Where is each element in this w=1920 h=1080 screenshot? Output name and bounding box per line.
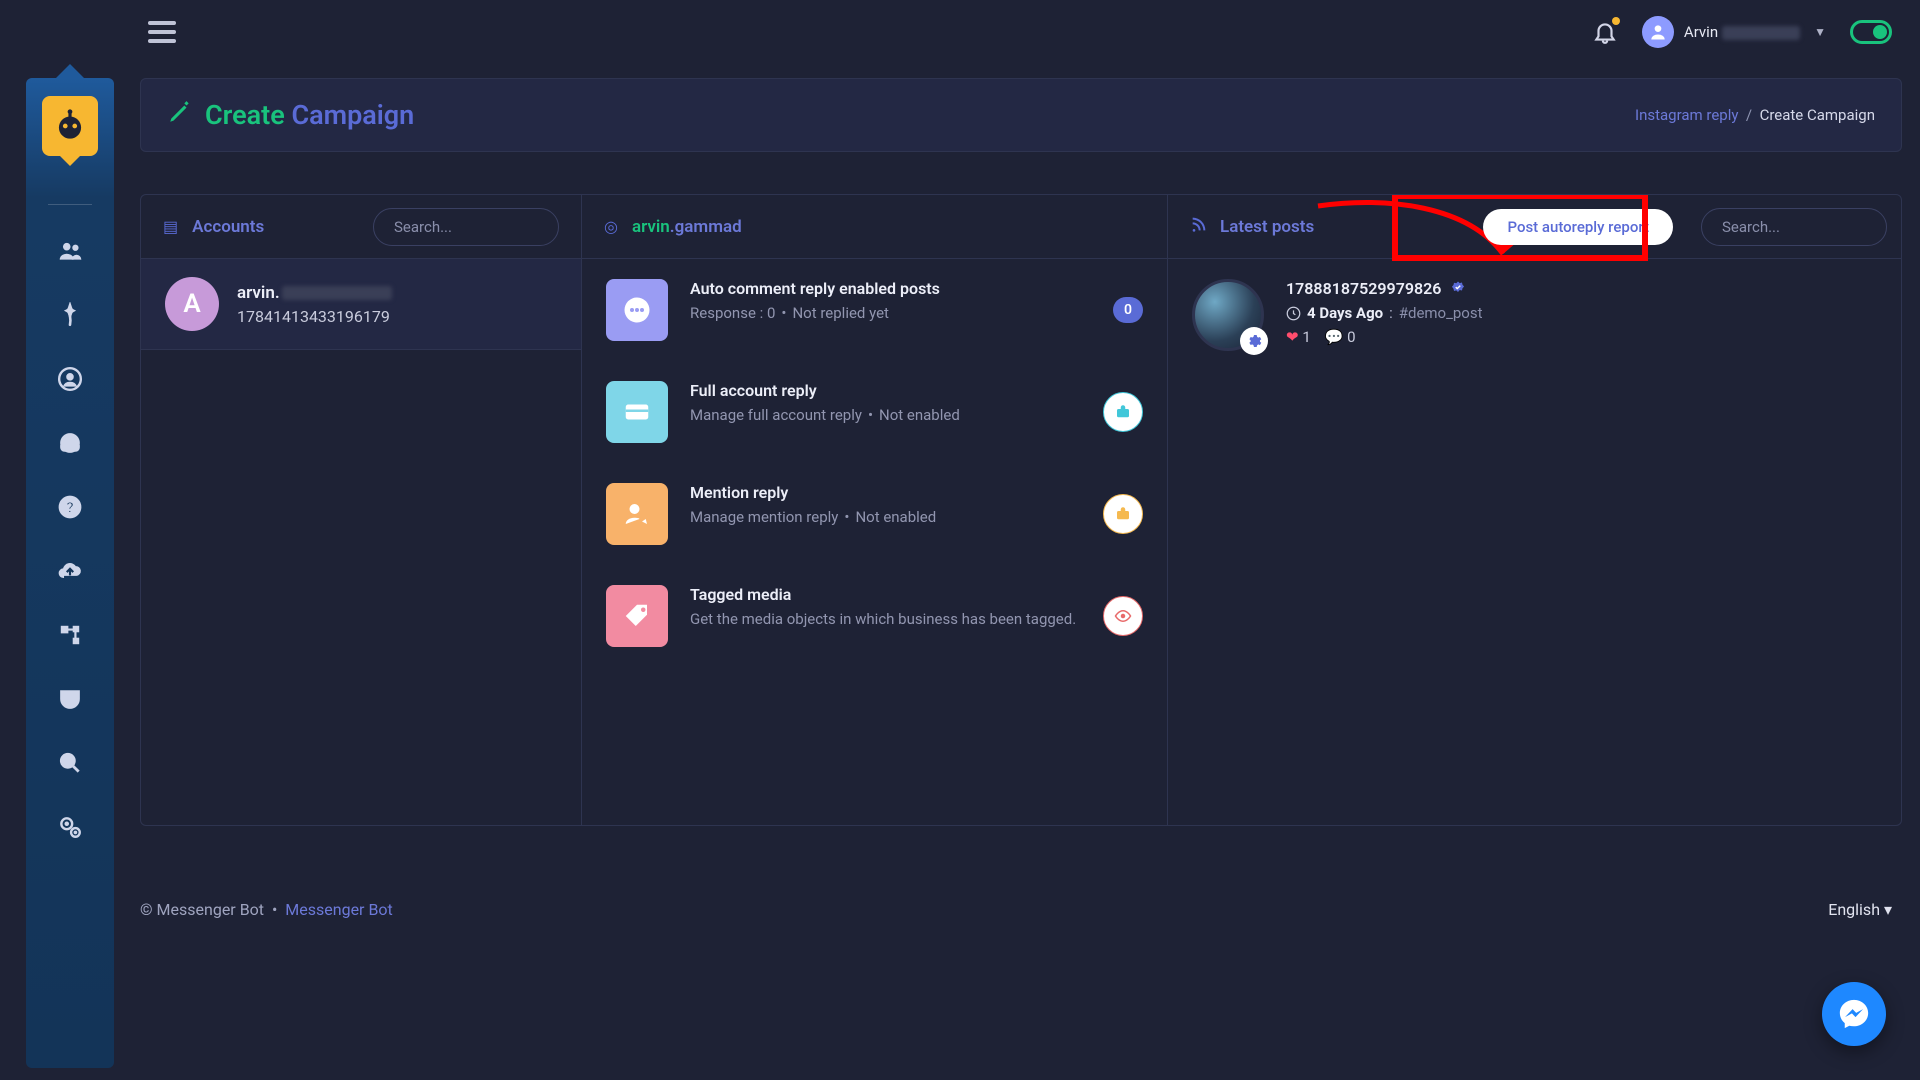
feature-subtitle: Response : 0•Not replied yet bbox=[690, 304, 1091, 322]
theme-toggle[interactable] bbox=[1850, 20, 1892, 44]
heart-icon: ❤ bbox=[1286, 328, 1299, 346]
feature-title: Full account reply bbox=[690, 381, 1081, 400]
feature-mention-reply[interactable]: Mention reply Manage mention reply•Not e… bbox=[582, 463, 1167, 565]
account-detail-panel: ◎ arvin.gammad Auto comment reply enable… bbox=[581, 195, 1167, 825]
accounts-search-input[interactable] bbox=[373, 208, 559, 246]
verified-icon bbox=[1449, 280, 1467, 298]
footer: © Messenger Bot • Messenger Bot English … bbox=[140, 900, 1892, 919]
account-id: 17841413433196179 bbox=[237, 307, 392, 326]
post-counts: ❤ 1 💬 0 bbox=[1286, 328, 1483, 346]
bell-icon[interactable] bbox=[1592, 19, 1618, 45]
sidebar-item-pocket[interactable] bbox=[26, 667, 114, 731]
feature-title: Auto comment reply enabled posts bbox=[690, 279, 1091, 298]
post-meta: 4 Days Ago : #demo_post bbox=[1286, 304, 1483, 322]
feature-subtitle: Manage mention reply•Not enabled bbox=[690, 508, 1081, 526]
count-badge: 0 bbox=[1113, 297, 1143, 323]
post-avatar bbox=[1192, 279, 1264, 351]
notification-dot bbox=[1612, 17, 1620, 25]
card-icon bbox=[606, 381, 668, 443]
top-bar: Arvin ▼ bbox=[0, 0, 1920, 64]
briefcase-icon[interactable] bbox=[1103, 392, 1143, 432]
chat-icon bbox=[606, 279, 668, 341]
language-selector[interactable]: English ▾ bbox=[1828, 900, 1892, 919]
sidebar-item-search[interactable] bbox=[26, 731, 114, 795]
feature-full-account-reply[interactable]: Full account reply Manage full account r… bbox=[582, 361, 1167, 463]
mention-icon bbox=[606, 483, 668, 545]
hamburger-icon[interactable] bbox=[148, 21, 176, 43]
sidebar-item-help[interactable]: ? bbox=[26, 475, 114, 539]
edit-icon bbox=[167, 99, 193, 132]
account-avatar: A bbox=[165, 277, 219, 331]
sidebar-item-cloud[interactable] bbox=[26, 539, 114, 603]
briefcase-icon[interactable] bbox=[1103, 494, 1143, 534]
latest-posts-panel: Latest posts Post autoreply report 17888… bbox=[1167, 195, 1901, 825]
sidebar-item-settings[interactable] bbox=[26, 795, 114, 859]
page-header: Create Campaign Instagram reply / Create… bbox=[140, 78, 1902, 152]
user-name: Arvin bbox=[1684, 23, 1800, 41]
chevron-down-icon: ▾ bbox=[1884, 900, 1892, 919]
tag-icon bbox=[606, 585, 668, 647]
accounts-title: Accounts bbox=[192, 217, 264, 237]
svg-text:?: ? bbox=[66, 498, 74, 516]
post-row[interactable]: 17888187529979826 4 Days Ago : #demo_pos… bbox=[1168, 259, 1901, 371]
gear-icon[interactable] bbox=[1240, 327, 1268, 355]
post-autoreply-report-button[interactable]: Post autoreply report bbox=[1483, 209, 1673, 245]
posts-search-input[interactable] bbox=[1701, 208, 1887, 246]
feature-auto-comment[interactable]: Auto comment reply enabled posts Respons… bbox=[582, 259, 1167, 361]
feature-title: Tagged media bbox=[690, 585, 1081, 604]
chevron-down-icon: ▼ bbox=[1814, 25, 1826, 39]
feature-title: Mention reply bbox=[690, 483, 1081, 502]
instagram-icon: ◎ bbox=[604, 217, 618, 236]
avatar-icon bbox=[1642, 16, 1674, 48]
footer-copy: © Messenger Bot bbox=[140, 900, 264, 919]
accounts-icon: ▤ bbox=[163, 217, 178, 236]
clock-icon bbox=[1286, 306, 1301, 321]
feature-tagged-media[interactable]: Tagged media Get the media objects in wh… bbox=[582, 565, 1167, 667]
breadcrumb-current: Create Campaign bbox=[1760, 106, 1875, 124]
accounts-panel: ▤ Accounts A arvin. 17841413433196179 bbox=[141, 195, 581, 825]
app-logo[interactable] bbox=[42, 96, 98, 156]
sidebar-item-support[interactable] bbox=[26, 411, 114, 475]
feature-subtitle: Manage full account reply•Not enabled bbox=[690, 406, 1081, 424]
sidebar-item-profile[interactable] bbox=[26, 347, 114, 411]
chat-fab[interactable] bbox=[1822, 982, 1886, 1046]
sidebar-item-activity[interactable] bbox=[26, 283, 114, 347]
rss-icon bbox=[1190, 217, 1206, 237]
sidebar-item-flow[interactable] bbox=[26, 603, 114, 667]
account-row[interactable]: A arvin. 17841413433196179 bbox=[141, 259, 581, 350]
account-detail-title: arvin.gammad bbox=[632, 217, 742, 237]
footer-link[interactable]: Messenger Bot bbox=[285, 900, 392, 919]
breadcrumb-link[interactable]: Instagram reply bbox=[1635, 106, 1738, 124]
page-title: Create Campaign bbox=[167, 99, 414, 132]
eye-icon[interactable] bbox=[1103, 596, 1143, 636]
sidebar: ? bbox=[26, 78, 114, 1068]
post-id: 17888187529979826 bbox=[1286, 279, 1483, 298]
account-name: arvin. bbox=[237, 283, 392, 303]
sidebar-item-subscribers[interactable] bbox=[26, 219, 114, 283]
breadcrumb: Instagram reply / Create Campaign bbox=[1635, 106, 1875, 124]
feature-subtitle: Get the media objects in which business … bbox=[690, 610, 1081, 628]
latest-posts-title: Latest posts bbox=[1220, 217, 1314, 237]
comment-icon: 💬 bbox=[1325, 328, 1344, 346]
user-menu[interactable]: Arvin ▼ bbox=[1642, 16, 1826, 48]
